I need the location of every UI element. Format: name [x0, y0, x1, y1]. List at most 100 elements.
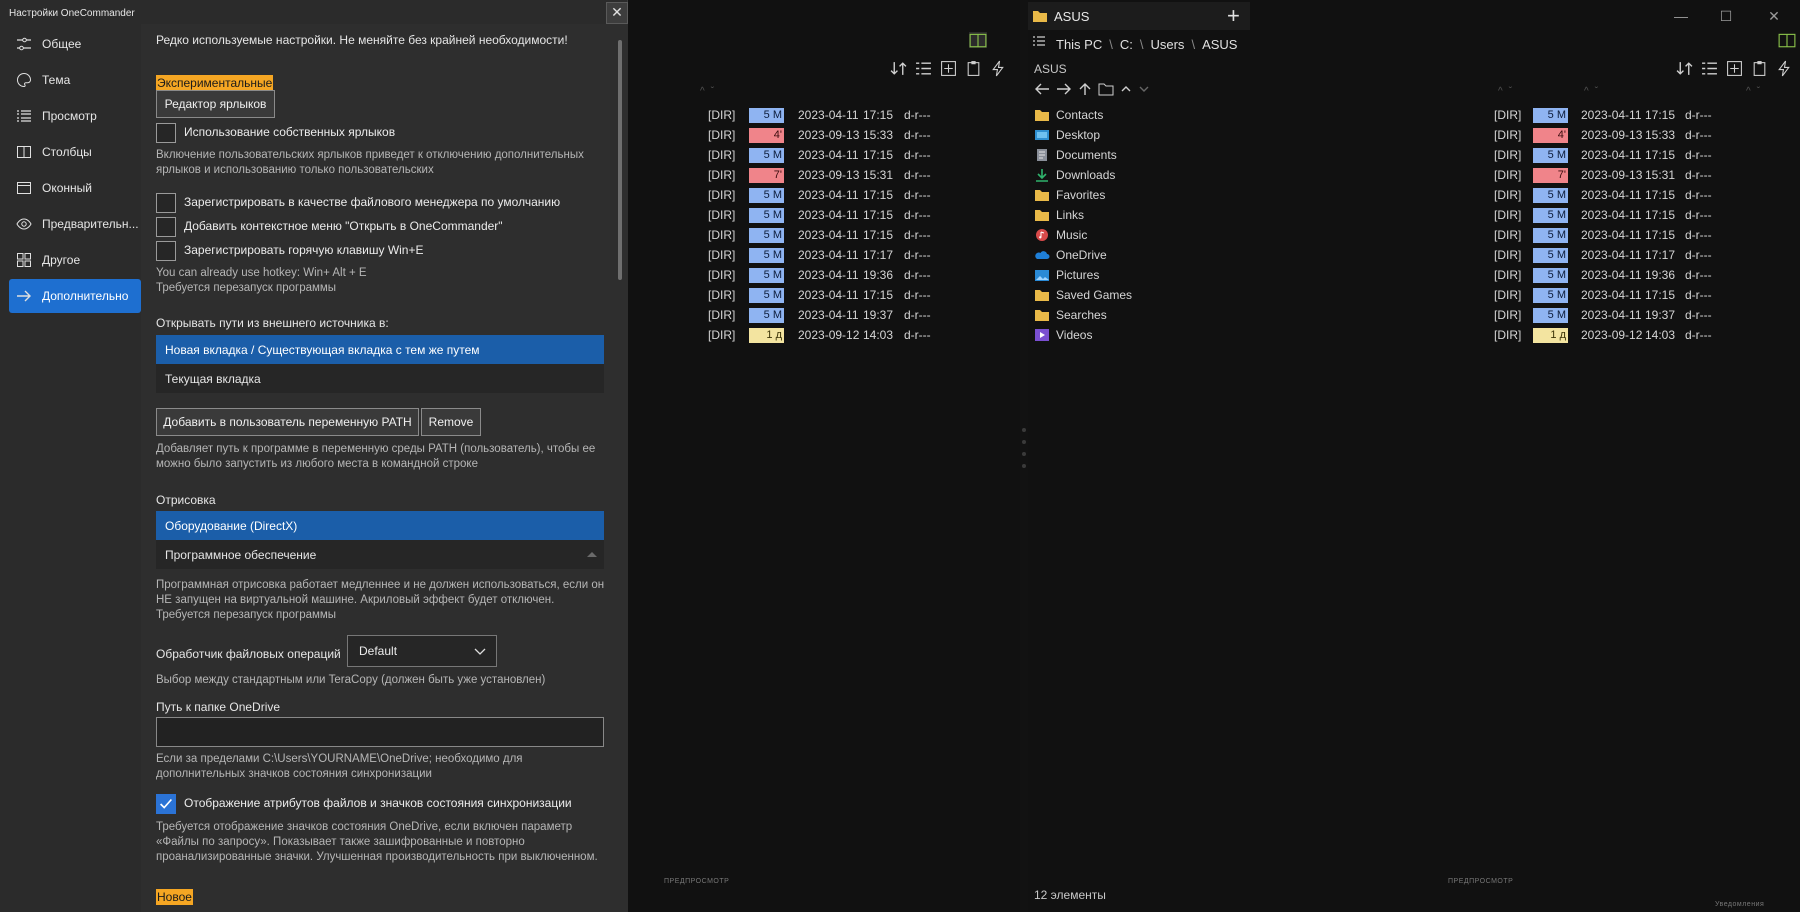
- chevron-up-icon[interactable]: [1120, 82, 1132, 96]
- breadcrumb-users[interactable]: Users: [1150, 37, 1184, 52]
- file-row[interactable]: [DIR] 5 M 2023-04-11 17:15 d-r---: [628, 206, 1020, 226]
- clipboard-icon[interactable]: [1751, 60, 1768, 77]
- menu-icon[interactable]: [1032, 34, 1046, 48]
- settings-close-button[interactable]: ✕: [606, 2, 628, 24]
- right-preview-label[interactable]: ПРЕДПРОСМОТР: [1448, 878, 1513, 885]
- file-type: [DIR]: [1494, 228, 1522, 242]
- file-ops-note: Выбор между стандартным или TeraCopy (до…: [156, 674, 546, 686]
- open-paths-option-current-tab[interactable]: Текущая вкладка: [156, 364, 604, 393]
- file-row[interactable]: [DIR] 4' 2023-09-13 15:33 d-r---: [628, 126, 1020, 146]
- file-row[interactable]: [DIR] 5 M 2023-04-11 19:36 d-r---: [628, 266, 1020, 286]
- add-tab-button[interactable]: +: [1227, 4, 1240, 28]
- file-name-cell: Searches: [1034, 308, 1107, 322]
- details-view-icon[interactable]: [1701, 60, 1718, 77]
- add-path-button[interactable]: Добавить в пользователь переменную PATH: [156, 408, 419, 436]
- breadcrumb-this-pc[interactable]: This PC: [1056, 37, 1102, 52]
- file-date: 2023-04-11: [798, 188, 859, 202]
- pane-divider[interactable]: [1020, 0, 1028, 912]
- file-attributes: d-r---: [904, 308, 931, 322]
- file-row[interactable]: Videos [DIR] 1 д 2023-09-12 14:03 d-r---: [1028, 326, 1800, 346]
- sort-icon[interactable]: [1676, 60, 1693, 77]
- minimize-button[interactable]: —: [1666, 6, 1696, 26]
- file-date: 2023-04-11: [1581, 308, 1642, 322]
- new-folder-icon[interactable]: [1726, 60, 1743, 77]
- remove-path-button[interactable]: Remove: [421, 408, 481, 436]
- path-box[interactable]: ASUS: [1034, 62, 1067, 76]
- file-row[interactable]: Contacts [DIR] 5 M 2023-04-11 17:15 d-r---: [1028, 106, 1800, 126]
- file-row[interactable]: Downloads [DIR] 7' 2023-09-13 15:31 d-r---: [1028, 166, 1800, 186]
- left-preview-label[interactable]: ПРЕДПРОСМОТР: [664, 878, 729, 885]
- details-view-icon[interactable]: [915, 60, 932, 77]
- file-row[interactable]: [DIR] 5 M 2023-04-11 17:15 d-r---: [628, 286, 1020, 306]
- file-row[interactable]: [DIR] 5 M 2023-04-11 17:15 d-r---: [628, 146, 1020, 166]
- sort-icon[interactable]: [890, 60, 907, 77]
- file-name-cell: Saved Games: [1034, 288, 1132, 302]
- folder-outline-icon[interactable]: [1098, 82, 1114, 96]
- panel-layout-icon[interactable]: [969, 32, 987, 48]
- breadcrumb-asus[interactable]: ASUS: [1202, 37, 1237, 52]
- file-row[interactable]: Searches [DIR] 5 M 2023-04-11 19:37 d-r---: [1028, 306, 1800, 326]
- sidebar-item-5[interactable]: Предварительн...: [9, 207, 141, 241]
- sidebar-item-3[interactable]: Столбцы: [9, 135, 141, 169]
- breadcrumb-drive-c[interactable]: C:: [1120, 37, 1133, 52]
- file-size-badge: 5 M: [1533, 228, 1568, 243]
- file-name: Music: [1056, 228, 1088, 242]
- settings-content: Редко используемые настройки. Не меняйте…: [141, 24, 628, 912]
- lightning-icon[interactable]: [990, 60, 1007, 77]
- file-size-badge: 5 M: [749, 208, 784, 223]
- file-row[interactable]: Links [DIR] 5 M 2023-04-11 17:15 d-r---: [1028, 206, 1800, 226]
- file-row[interactable]: [DIR] 5 M 2023-04-11 17:15 d-r---: [628, 106, 1020, 126]
- left-file-pane: ^ˇ [DIR] 5 M 2023-04-11 17:15 d-r--- [DIR] 4' 2…: [628, 0, 1020, 912]
- register-default-checkbox[interactable]: [156, 193, 176, 213]
- open-paths-option-new-tab[interactable]: Новая вкладка / Существующая вкладка с т…: [156, 335, 604, 364]
- right-file-pane: ASUS + — ☐ ✕ This PC \ C: \ Users \ ASUS…: [1028, 0, 1800, 912]
- file-row[interactable]: [DIR] 1 д 2023-09-12 14:03 d-r---: [628, 326, 1020, 346]
- list-scroll-up-icon[interactable]: [586, 550, 598, 558]
- forward-arrow-icon[interactable]: [1056, 82, 1072, 96]
- sidebar-item-0[interactable]: Общее: [9, 27, 141, 61]
- render-option-software[interactable]: Программное обеспечение: [156, 540, 604, 569]
- tab-asus[interactable]: ASUS: [1028, 2, 1250, 30]
- custom-labels-checkbox[interactable]: [156, 123, 176, 143]
- window-close-button[interactable]: ✕: [1759, 6, 1789, 26]
- sidebar-item-6[interactable]: Другое: [9, 243, 141, 277]
- sidebar-item-1[interactable]: Тема: [9, 63, 141, 97]
- hotkey-checkbox[interactable]: [156, 241, 176, 261]
- file-row[interactable]: Saved Games [DIR] 5 M 2023-04-11 17:15 d-r---: [1028, 286, 1800, 306]
- maximize-button[interactable]: ☐: [1711, 6, 1741, 26]
- new-folder-icon[interactable]: [940, 60, 957, 77]
- chevron-down-icon[interactable]: [1138, 82, 1150, 96]
- file-type: [DIR]: [708, 268, 736, 282]
- file-row[interactable]: Documents [DIR] 5 M 2023-04-11 17:15 d-r---: [1028, 146, 1800, 166]
- file-row[interactable]: Music [DIR] 5 M 2023-04-11 17:15 d-r---: [1028, 226, 1800, 246]
- context-menu-checkbox[interactable]: [156, 217, 176, 237]
- back-arrow-icon[interactable]: [1034, 82, 1050, 96]
- file-row[interactable]: Pictures [DIR] 5 M 2023-04-11 19:36 d-r---: [1028, 266, 1800, 286]
- sidebar-item-4[interactable]: Оконный: [9, 171, 141, 205]
- sync-attrs-checkbox[interactable]: [156, 794, 176, 814]
- notifications-label[interactable]: Уведомления: [1715, 901, 1764, 908]
- clipboard-icon[interactable]: [965, 60, 982, 77]
- file-row[interactable]: [DIR] 5 M 2023-04-11 17:15 d-r---: [628, 226, 1020, 246]
- sidebar-item-7[interactable]: Дополнительно: [9, 279, 141, 313]
- file-row[interactable]: OneDrive [DIR] 5 M 2023-04-11 17:17 d-r---: [1028, 246, 1800, 266]
- file-ops-select[interactable]: Default: [347, 635, 497, 667]
- settings-scrollbar[interactable]: [618, 40, 622, 280]
- up-arrow-icon[interactable]: [1078, 82, 1092, 96]
- label-editor-button[interactable]: Редактор ярлыков: [156, 90, 275, 118]
- render-option-hardware[interactable]: Оборудование (DirectX): [156, 511, 604, 540]
- file-row[interactable]: [DIR] 7' 2023-09-13 15:31 d-r---: [628, 166, 1020, 186]
- desktop-folder-icon: [1035, 130, 1049, 140]
- sidebar-item-2[interactable]: Просмотр: [9, 99, 141, 133]
- file-row[interactable]: Desktop [DIR] 4' 2023-09-13 15:33 d-r---: [1028, 126, 1800, 146]
- onedrive-path-input[interactable]: [156, 717, 604, 747]
- panel-layout-icon[interactable]: [1778, 32, 1796, 48]
- path-note: Добавляет путь к программе в переменную …: [156, 443, 596, 470]
- file-row[interactable]: [DIR] 5 M 2023-04-11 17:17 d-r---: [628, 246, 1020, 266]
- lightning-icon[interactable]: [1776, 60, 1793, 77]
- file-row[interactable]: [DIR] 5 M 2023-04-11 19:37 d-r---: [628, 306, 1020, 326]
- file-attributes: d-r---: [1685, 328, 1712, 342]
- file-row[interactable]: Favorites [DIR] 5 M 2023-04-11 17:15 d-r---: [1028, 186, 1800, 206]
- file-row[interactable]: [DIR] 5 M 2023-04-11 17:15 d-r---: [628, 186, 1020, 206]
- file-time: 17:15: [1645, 108, 1676, 122]
